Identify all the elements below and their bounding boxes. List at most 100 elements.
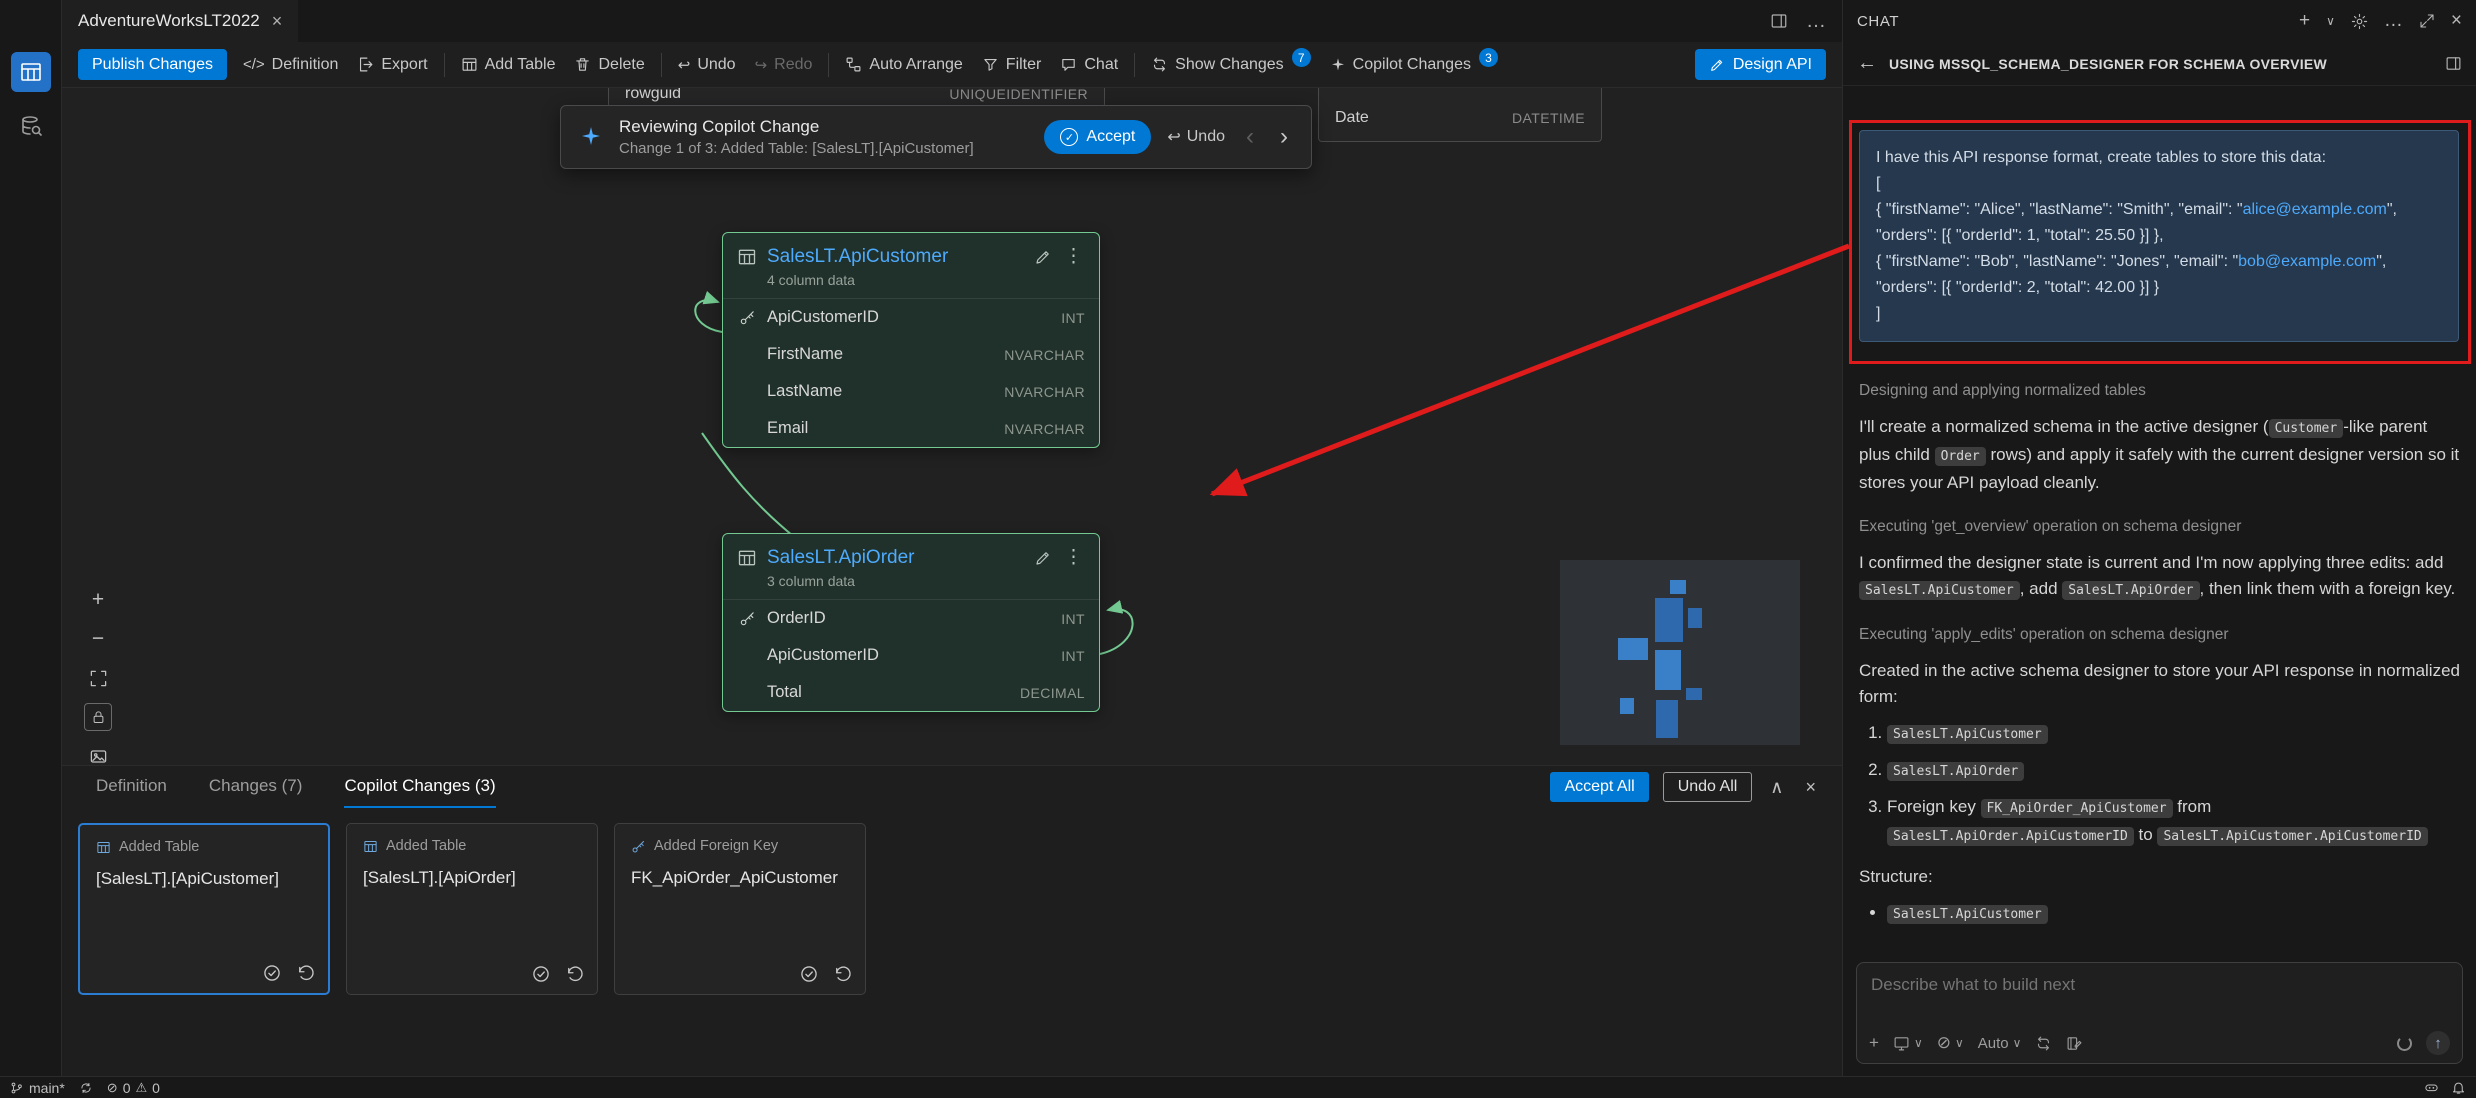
request-text: [ bbox=[1876, 175, 1880, 192]
table-fragment-right[interactable]: Date DATETIME bbox=[1318, 88, 1602, 142]
schema-canvas[interactable]: rowguid UNIQUEIDENTIFIER Date DATETIME R… bbox=[62, 88, 1842, 765]
table-menu-icon[interactable]: ⋮ bbox=[1062, 245, 1085, 268]
keep-change-icon[interactable] bbox=[799, 964, 819, 984]
tab-adventureworks[interactable]: AdventureWorksLT2022 × bbox=[62, 0, 298, 42]
editor-more-actions-icon[interactable]: … bbox=[1806, 10, 1826, 33]
undo-change-icon[interactable] bbox=[296, 963, 316, 983]
chevron-down-icon: ∨ bbox=[2013, 1036, 2022, 1050]
edit-table-icon[interactable] bbox=[1034, 248, 1052, 266]
email-link[interactable]: alice@example.com bbox=[2243, 201, 2387, 218]
collapse-panel-icon[interactable]: ∧ bbox=[1766, 777, 1787, 798]
minimap-block bbox=[1655, 598, 1683, 642]
code-chip: FK_ApiOrder_ApiCustomer bbox=[1981, 799, 2173, 818]
change-card-apiorder[interactable]: Added Table [SalesLT].[ApiOrder] bbox=[346, 823, 598, 995]
edit-table-tool-icon[interactable] bbox=[2066, 1035, 2083, 1052]
tab-close-icon[interactable]: × bbox=[272, 11, 283, 32]
column-row[interactable]: Total DECIMAL bbox=[723, 674, 1099, 711]
export-button[interactable]: Export bbox=[354, 56, 430, 74]
warning-count: 0 bbox=[152, 1080, 160, 1096]
toolbar-separator bbox=[1134, 53, 1135, 77]
model-picker[interactable]: Auto ∨ bbox=[1978, 1035, 2022, 1052]
chat-text: , then link them with a foreign key. bbox=[2200, 579, 2456, 598]
attach-context-icon[interactable]: + bbox=[1869, 1033, 1879, 1053]
email-link[interactable]: bob@example.com bbox=[2238, 253, 2376, 270]
column-row[interactable]: Email NVARCHAR bbox=[723, 410, 1099, 447]
undo-button[interactable]: ↩ Undo bbox=[675, 56, 739, 74]
compare-changes-icon[interactable] bbox=[2035, 1035, 2052, 1052]
zoom-out-button[interactable]: − bbox=[84, 625, 112, 653]
column-row[interactable]: OrderID INT bbox=[723, 600, 1099, 637]
column-row[interactable]: ApiCustomerID INT bbox=[723, 637, 1099, 674]
changes-panel: Definition Changes (7) Copilot Changes (… bbox=[62, 765, 1842, 1076]
publish-changes-button[interactable]: Publish Changes bbox=[78, 49, 227, 80]
bell-icon[interactable] bbox=[2451, 1080, 2466, 1095]
tab-definition[interactable]: Definition bbox=[96, 766, 167, 808]
git-branch-indicator[interactable]: main* bbox=[10, 1080, 65, 1096]
delete-button[interactable]: Delete bbox=[571, 56, 647, 74]
sync-icon[interactable] bbox=[79, 1081, 93, 1095]
tab-changes[interactable]: Changes (7) bbox=[209, 766, 303, 808]
back-icon[interactable]: ← bbox=[1857, 52, 1877, 75]
copilot-changes-button[interactable]: Copilot Changes 3 bbox=[1327, 55, 1501, 74]
export-image-button[interactable] bbox=[84, 742, 112, 765]
accept-change-button[interactable]: ✓ Accept bbox=[1044, 120, 1151, 154]
close-panel-icon[interactable]: × bbox=[1801, 777, 1820, 798]
schema-designer-activity-icon[interactable] bbox=[11, 52, 51, 92]
send-icon[interactable]: ↑ bbox=[2426, 1031, 2450, 1055]
new-chat-icon[interactable]: + bbox=[2299, 10, 2310, 32]
table-node-apiorder[interactable]: SalesLT.ApiOrder ⋮ 3 column data OrderID… bbox=[722, 533, 1100, 712]
show-changes-button[interactable]: Show Changes 7 bbox=[1148, 55, 1314, 74]
definition-button[interactable]: </> Definition bbox=[240, 56, 341, 74]
column-type: INT bbox=[1061, 611, 1085, 627]
add-table-button[interactable]: Add Table bbox=[458, 56, 559, 74]
mode-picker[interactable]: ∨ bbox=[1893, 1035, 1923, 1052]
redo-button[interactable]: ↪ Redo bbox=[752, 56, 816, 74]
next-change-icon[interactable]: › bbox=[1275, 123, 1293, 151]
chat-input[interactable] bbox=[1871, 975, 2448, 995]
undo-all-button[interactable]: Undo All bbox=[1663, 772, 1753, 802]
table-menu-icon[interactable]: ⋮ bbox=[1062, 546, 1085, 569]
chat-input-box[interactable]: + ∨ ⊘ ∨ Auto ∨ ↑ bbox=[1856, 962, 2463, 1064]
delete-label: Delete bbox=[598, 56, 644, 74]
problems-indicator[interactable]: ⊘ 0 ⚠ 0 bbox=[107, 1080, 160, 1096]
chat-button[interactable]: Chat bbox=[1057, 56, 1121, 74]
new-chat-dropdown-icon[interactable]: ∨ bbox=[2326, 14, 2335, 28]
column-row[interactable]: FirstName NVARCHAR bbox=[723, 336, 1099, 373]
close-chat-icon[interactable]: × bbox=[2451, 10, 2462, 32]
edit-table-icon[interactable] bbox=[1034, 549, 1052, 567]
keep-change-icon[interactable] bbox=[262, 963, 282, 983]
column-row[interactable]: ApiCustomerID INT bbox=[723, 299, 1099, 336]
zoom-in-button[interactable]: + bbox=[84, 586, 112, 614]
design-api-button[interactable]: Design API bbox=[1695, 49, 1826, 80]
request-line: { "firstName": "Alice", "lastName": "Smi… bbox=[1876, 197, 2442, 223]
chat-status-line: Executing 'get_overview' operation on sc… bbox=[1859, 514, 2460, 540]
change-card-apicustomer[interactable]: Added Table [SalesLT].[ApiCustomer] bbox=[78, 823, 330, 995]
split-editor-icon[interactable] bbox=[1770, 12, 1788, 30]
database-search-activity-icon[interactable] bbox=[11, 106, 51, 146]
keep-change-icon[interactable] bbox=[531, 964, 551, 984]
undo-change-icon[interactable] bbox=[565, 964, 585, 984]
tab-copilot-changes[interactable]: Copilot Changes (3) bbox=[344, 766, 495, 808]
change-card-foreignkey[interactable]: Added Foreign Key FK_ApiOrder_ApiCustome… bbox=[614, 823, 866, 995]
filter-button[interactable]: Filter bbox=[979, 56, 1045, 74]
minimap-block bbox=[1688, 608, 1702, 628]
gear-icon[interactable] bbox=[2351, 13, 2368, 30]
column-row[interactable]: LastName NVARCHAR bbox=[723, 373, 1099, 410]
undo-change-button[interactable]: ↩ Undo bbox=[1167, 127, 1225, 147]
column-type: DATETIME bbox=[1512, 110, 1585, 126]
open-in-editor-icon[interactable] bbox=[2419, 13, 2435, 29]
undo-change-icon[interactable] bbox=[833, 964, 853, 984]
tools-picker[interactable]: ⊘ ∨ bbox=[1937, 1033, 1964, 1053]
fit-view-button[interactable] bbox=[84, 664, 112, 692]
previous-change-icon[interactable]: ‹ bbox=[1241, 123, 1259, 151]
copilot-icon[interactable] bbox=[2424, 1080, 2439, 1095]
auto-arrange-button[interactable]: Auto Arrange bbox=[842, 56, 965, 74]
minimap[interactable] bbox=[1560, 560, 1800, 745]
table-node-apicustomer[interactable]: SalesLT.ApiCustomer ⋮ 4 column data ApiC… bbox=[722, 232, 1100, 448]
panel-layout-icon[interactable] bbox=[2445, 55, 2462, 72]
request-text: { "firstName": "Bob", "lastName": "Jones… bbox=[1876, 253, 2238, 270]
chat-status-line: Designing and applying normalized tables bbox=[1859, 378, 2460, 404]
lock-canvas-button[interactable] bbox=[84, 703, 112, 731]
chat-more-icon[interactable]: … bbox=[2384, 10, 2403, 32]
accept-all-button[interactable]: Accept All bbox=[1550, 772, 1648, 802]
